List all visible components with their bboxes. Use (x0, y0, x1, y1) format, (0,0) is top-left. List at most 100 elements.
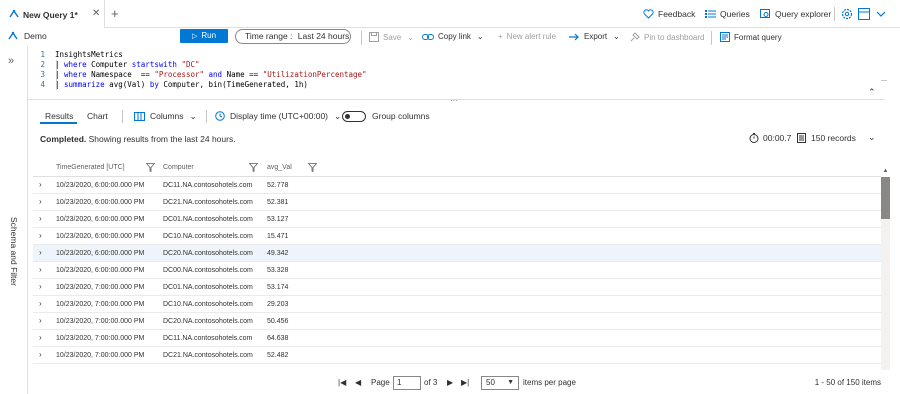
table-row[interactable]: › 10/23/2020, 6:00:00.000 PM DC11.NA.conto… (33, 177, 881, 194)
heart-icon (643, 9, 654, 19)
cell-computer: DC10.NA.contosohotels.com (163, 301, 253, 308)
column-header-computer[interactable]: Computer (163, 164, 194, 171)
cell-avg-val: 64.638 (267, 335, 289, 342)
expand-pane-icon[interactable]: » (8, 55, 14, 67)
explorer-icon (760, 9, 770, 18)
cell-computer: DC11.NA.contosohotels.com (163, 182, 253, 189)
export-button[interactable]: Export ⌄ (569, 32, 620, 41)
divider (28, 99, 885, 100)
query-editor[interactable]: InsightsMetrics | where Computer startswi… (55, 50, 367, 90)
code-line[interactable]: | where Computer startswith "DC" (55, 60, 367, 70)
chevron-up-icon[interactable]: ⌃ (868, 87, 876, 98)
schema-filter-label[interactable]: Schema and Filter (9, 217, 19, 297)
cell-computer: DC20.NA.contosohotels.com (163, 318, 253, 325)
new-alert-rule-button[interactable]: + New alert rule (498, 32, 556, 41)
code-line[interactable]: InsightsMetrics (55, 50, 367, 60)
layout-icon[interactable] (858, 8, 870, 20)
cell-computer: DC21.NA.contosohotels.com (163, 352, 253, 359)
cell-computer: DC01.NA.contosohotels.com (163, 216, 253, 223)
next-page-button[interactable]: ▶ (447, 378, 453, 387)
expand-row-icon[interactable]: › (39, 299, 42, 308)
pin-to-dashboard-button[interactable]: Pin to dashboard (630, 32, 705, 42)
page-size-select[interactable]: 50 ▼ (481, 376, 519, 390)
columns-label: Columns (150, 111, 184, 121)
table-row[interactable]: › 10/23/2020, 6:00:00.000 PM DC01.NA.conto… (33, 211, 881, 228)
code-line[interactable]: | summarize avg(Val) by Computer, bin(Ti… (55, 80, 367, 90)
last-page-button[interactable]: ▶| (461, 378, 469, 387)
cell-avg-val: 53.174 (267, 284, 289, 291)
table-row[interactable]: › 10/23/2020, 6:00:00.000 PM DC20.NA.conto… (33, 245, 881, 262)
code-token: and (208, 70, 223, 79)
table-row[interactable]: › 10/23/2020, 7:00:00.000 PM DC01.NA.conto… (33, 279, 881, 296)
format-query-button[interactable]: Format query (720, 32, 782, 42)
table-row[interactable]: › 10/23/2020, 7:00:00.000 PM DC20.NA.conto… (33, 313, 881, 330)
feedback-button[interactable]: Feedback (643, 9, 695, 19)
export-icon (569, 33, 579, 41)
chevron-down-icon[interactable] (876, 11, 886, 17)
filter-icon[interactable] (146, 163, 155, 172)
grid-scrollbar[interactable]: ▲ (881, 168, 890, 370)
filter-icon[interactable] (249, 163, 258, 172)
column-header-avg-val[interactable]: avg_Val (267, 164, 292, 171)
copy-link-button[interactable]: Copy link ⌄ (422, 32, 484, 41)
queries-icon (705, 10, 716, 18)
gear-icon[interactable] (841, 8, 853, 20)
table-row[interactable]: › 10/23/2020, 7:00:00.000 PM DC21.NA.conto… (33, 347, 881, 364)
table-row[interactable]: › 10/23/2020, 7:00:00.000 PM DC10.NA.conto… (33, 296, 881, 313)
expand-row-icon[interactable]: › (39, 214, 42, 223)
expand-row-icon[interactable]: › (39, 265, 42, 274)
code-token: "DC" (181, 60, 200, 69)
expand-row-icon[interactable]: › (39, 197, 42, 206)
chevron-down-icon: ⌄ (476, 32, 484, 41)
expand-row-icon[interactable]: › (39, 248, 42, 257)
expand-row-icon[interactable]: › (39, 282, 42, 291)
column-header-timegenerated[interactable]: TimeGenerated [UTC] (56, 164, 125, 171)
tab-chart[interactable]: Chart (87, 111, 108, 121)
cell-avg-val: 52.381 (267, 199, 289, 206)
editor-scrollbar[interactable] (881, 48, 887, 90)
expand-row-icon[interactable]: › (39, 350, 42, 359)
columns-icon (134, 112, 145, 121)
scroll-up-icon[interactable]: ▲ (881, 168, 890, 177)
collapse-results-icon[interactable]: ⌄ (868, 132, 876, 143)
tab-results[interactable]: Results (45, 111, 73, 121)
cell-avg-val: 53.127 (267, 216, 289, 223)
pin-icon (630, 32, 640, 42)
resize-handle[interactable]: ⋯ (450, 96, 459, 105)
query-tab[interactable]: New Query 1* ✕ (0, 0, 105, 28)
page-number-input[interactable]: 1 (393, 376, 421, 390)
first-page-button[interactable]: |◀ (338, 378, 346, 387)
time-range-picker[interactable]: Time range : Last 24 hours (235, 29, 351, 44)
run-button[interactable]: ▷ Run (180, 29, 228, 43)
cell-avg-val: 53.328 (267, 267, 289, 274)
table-row[interactable]: › 10/23/2020, 6:00:00.000 PM DC00.NA.conto… (33, 262, 881, 279)
table-row[interactable]: › 10/23/2020, 7:00:00.000 PM DC11.NA.conto… (33, 330, 881, 347)
code-token: by (149, 80, 159, 89)
queries-button[interactable]: Queries (705, 9, 750, 19)
expand-row-icon[interactable]: › (39, 333, 42, 342)
filter-icon[interactable] (308, 163, 317, 172)
save-button[interactable]: Save ⌄ (369, 32, 414, 42)
expand-row-icon[interactable]: › (39, 231, 42, 240)
expand-row-icon[interactable]: › (39, 180, 42, 189)
scrollbar-thumb[interactable] (881, 177, 890, 219)
close-tab-icon[interactable]: ✕ (92, 8, 100, 19)
page-label: Page (371, 378, 390, 387)
record-count: 150 records (797, 133, 856, 143)
prev-page-button[interactable]: ◀ (355, 378, 361, 387)
expand-row-icon[interactable]: › (39, 316, 42, 325)
cell-timegenerated: 10/23/2020, 6:00:00.000 PM (56, 199, 145, 206)
table-row[interactable]: › 10/23/2020, 6:00:00.000 PM DC10.NA.conto… (33, 228, 881, 245)
group-columns-toggle[interactable] (342, 111, 366, 122)
cell-avg-val: 50.456 (267, 318, 289, 325)
query-explorer-button[interactable]: Query explorer (760, 9, 831, 19)
display-time-button[interactable]: Display time (UTC+00:00) ⌄ (215, 111, 341, 122)
cell-computer: DC20.NA.contosohotels.com (163, 250, 253, 257)
table-row[interactable]: › 10/23/2020, 6:00:00.000 PM DC21.NA.conto… (33, 194, 881, 211)
scope-selector[interactable]: Demo (8, 31, 47, 41)
add-tab-button[interactable]: + (111, 6, 119, 21)
cell-timegenerated: 10/23/2020, 6:00:00.000 PM (56, 250, 145, 257)
columns-button[interactable]: Columns ⌄ (134, 111, 197, 122)
query-explorer-label: Query explorer (775, 9, 832, 19)
code-line[interactable]: | where Namespace == "Processor" and Nam… (55, 70, 367, 80)
